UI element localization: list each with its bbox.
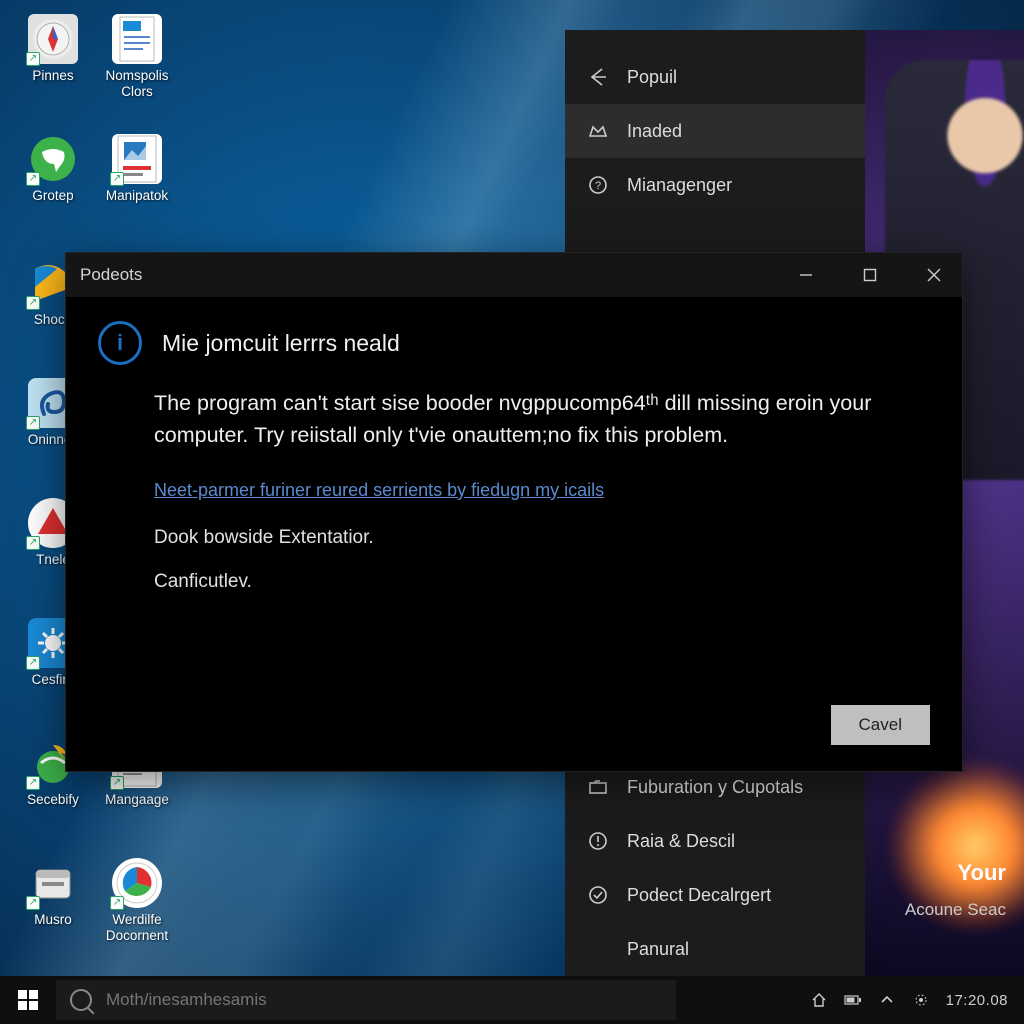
desktop-icon-musro[interactable]: ↗ Musro [12, 858, 94, 928]
shortcut-badge-icon: ↗ [26, 536, 40, 550]
desktop-icon-label: Secebify [27, 792, 79, 808]
shortcut-badge-icon: ↗ [110, 896, 124, 910]
document-icon [112, 14, 162, 64]
desktop-icon-werdilfe[interactable]: ↗ Werdilfe Docornent [96, 858, 178, 943]
minimize-button[interactable] [792, 261, 820, 289]
cancel-button[interactable]: Cavel [831, 705, 930, 745]
error-dialog: Podeots i Mie jomcuit lerrrs neald The p… [65, 252, 963, 772]
dialog-titlebar[interactable]: Podeots [66, 253, 962, 297]
chat-icon: ↗ [28, 134, 78, 184]
taskbar-clock[interactable]: 17:20.08 [946, 992, 1008, 1009]
shortcut-badge-icon: ↗ [26, 896, 40, 910]
info-icon: i [98, 321, 142, 365]
image-file-icon: ↗ [112, 134, 162, 184]
tray-chevron-up-icon[interactable] [878, 991, 896, 1009]
shortcut-badge-icon: ↗ [26, 296, 40, 310]
taskbar: 17:20.08 [0, 976, 1024, 1024]
desktop-icon-label: Mangaage [105, 792, 169, 808]
search-input[interactable] [106, 990, 662, 1010]
compass-icon: ↗ [28, 14, 78, 64]
desktop-icon-manipatok[interactable]: ↗ Manipatok [96, 134, 178, 204]
shortcut-badge-icon: ↗ [110, 776, 124, 790]
desktop-icon-label: Werdilfe Docornent [96, 912, 178, 943]
desktop-icon-label: Pinnes [32, 68, 73, 84]
search-icon [70, 989, 92, 1011]
taskbar-search[interactable] [56, 980, 676, 1020]
shortcut-badge-icon: ↗ [26, 52, 40, 66]
shortcut-badge-icon: ↗ [110, 172, 124, 186]
tray-battery-icon[interactable] [844, 991, 862, 1009]
dialog-help-link[interactable]: Neet-parmer furiner reured serrients by … [154, 480, 604, 501]
shortcut-badge-icon: ↗ [26, 416, 40, 430]
shortcut-badge-icon: ↗ [26, 776, 40, 790]
close-button[interactable] [920, 261, 948, 289]
dialog-line-1: Dook bowside Extentatior. [154, 527, 930, 549]
desktop-icon-label: Grotep [32, 188, 73, 204]
shortcut-badge-icon: ↗ [26, 656, 40, 670]
dialog-heading: Mie jomcuit lerrrs neald [162, 330, 400, 357]
shortcut-badge-icon: ↗ [26, 172, 40, 186]
dialog-body: i Mie jomcuit lerrrs neald The program c… [66, 297, 962, 705]
desktop-icon-pinnes[interactable]: ↗ Pinnes [12, 14, 94, 84]
tray-network-icon[interactable] [912, 991, 930, 1009]
dialog-title: Podeots [80, 265, 142, 285]
desktop-icon-grotep[interactable]: ↗ Grotep [12, 134, 94, 204]
start-button[interactable] [0, 976, 56, 1024]
desktop-icon-nomspolis-clors[interactable]: Nomspolis Clors [96, 14, 178, 99]
dialog-message: The program can't start sise booder nvgp… [154, 387, 910, 452]
dialog-line-2: Canficutlev. [154, 571, 930, 593]
system-tray: 17:20.08 [794, 991, 1024, 1009]
desktop-icon-label: Musro [34, 912, 72, 928]
desktop-icon-label: Nomspolis Clors [96, 68, 178, 99]
tricolor-icon: ↗ [112, 858, 162, 908]
maximize-button[interactable] [856, 261, 884, 289]
windows-logo-icon [18, 990, 38, 1010]
box-icon: ↗ [28, 858, 78, 908]
tray-home-icon[interactable] [810, 991, 828, 1009]
desktop-icon-label: Manipatok [106, 188, 168, 204]
